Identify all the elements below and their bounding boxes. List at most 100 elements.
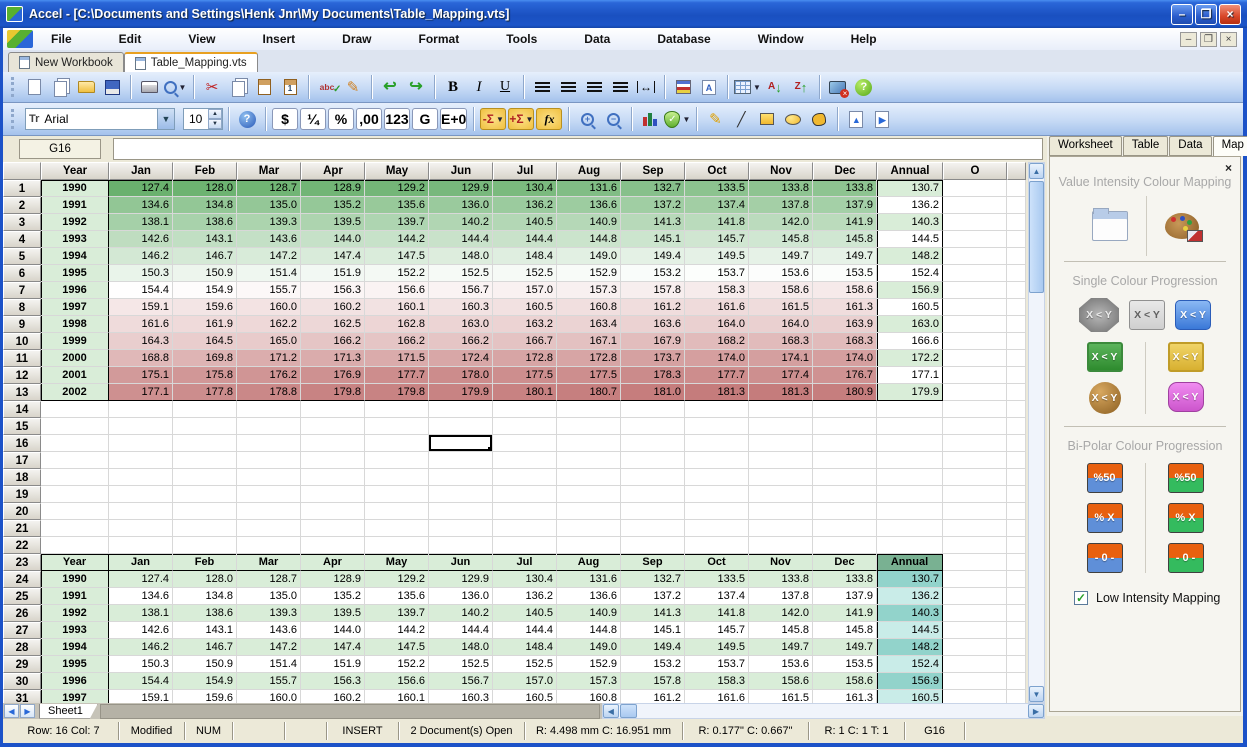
cell[interactable]: 147.4 [301, 248, 365, 265]
cell[interactable] [109, 401, 173, 418]
doc-tab-table-mapping-vts[interactable]: Table_Mapping.vts [124, 52, 258, 72]
new-mapping-button[interactable] [1092, 211, 1128, 241]
cell[interactable]: 178.0 [429, 367, 493, 384]
cell[interactable]: 151.4 [237, 656, 301, 673]
cell[interactable]: 128.0 [173, 180, 237, 197]
cell[interactable] [749, 486, 813, 503]
row-header-9[interactable]: 9 [3, 316, 41, 333]
cell[interactable]: 143.1 [173, 231, 237, 248]
select-all-corner[interactable] [3, 162, 41, 180]
insert-help-button[interactable]: ? [235, 107, 259, 131]
cell[interactable] [621, 537, 685, 554]
cell[interactable] [429, 418, 493, 435]
cell[interactable]: 171.5 [365, 350, 429, 367]
cell[interactable]: 148.0 [429, 639, 493, 656]
row-header-16[interactable]: 16 [3, 435, 41, 452]
cell[interactable]: 141.9 [813, 605, 877, 622]
row-header-24[interactable]: 24 [3, 571, 41, 588]
cell[interactable] [429, 486, 493, 503]
cell[interactable]: 128.9 [301, 571, 365, 588]
row-header-26[interactable]: 26 [3, 605, 41, 622]
toolbar-grip[interactable] [11, 77, 14, 97]
spin-up-icon[interactable]: ▲ [208, 109, 222, 119]
cell[interactable] [301, 469, 365, 486]
cell[interactable] [365, 486, 429, 503]
cell[interactable]: 153.2 [621, 265, 685, 282]
cell[interactable]: Jun [429, 554, 493, 571]
cell[interactable]: Year [41, 554, 109, 571]
cell[interactable] [557, 520, 621, 537]
cell[interactable] [877, 435, 943, 452]
tab-table[interactable]: Table [1123, 136, 1169, 156]
align-right-button[interactable] [582, 75, 606, 99]
cell[interactable]: 174.0 [685, 350, 749, 367]
cell[interactable] [943, 673, 1007, 690]
cell[interactable]: May [365, 554, 429, 571]
align-left-button[interactable] [530, 75, 554, 99]
cell[interactable]: 160.1 [365, 299, 429, 316]
cell[interactable] [429, 503, 493, 520]
sheet-prev-icon[interactable]: ◀ [4, 704, 19, 718]
cell[interactable] [877, 537, 943, 554]
cell[interactable]: 137.8 [749, 197, 813, 214]
cell[interactable]: 160.0 [237, 299, 301, 316]
cell[interactable]: 168.8 [109, 350, 173, 367]
formula-input[interactable] [113, 138, 1043, 160]
cell[interactable] [365, 520, 429, 537]
cell[interactable] [493, 520, 557, 537]
cell[interactable] [943, 656, 1007, 673]
cell[interactable]: 145.8 [749, 622, 813, 639]
row-header-29[interactable]: 29 [3, 656, 41, 673]
cell[interactable] [173, 452, 237, 469]
sum-minus-button[interactable]: -Σ▼ [480, 108, 506, 130]
insert-table-button[interactable]: ▼ [734, 75, 761, 99]
cell[interactable]: 174.1 [749, 350, 813, 367]
chevron-down-icon[interactable]: ▼ [179, 83, 187, 92]
cell[interactable]: Nov [749, 554, 813, 571]
cell[interactable]: 140.2 [429, 214, 493, 231]
align-center-button[interactable] [556, 75, 580, 99]
cell[interactable]: 157.3 [557, 282, 621, 299]
cell[interactable] [173, 520, 237, 537]
cell[interactable] [365, 537, 429, 554]
print-button[interactable] [137, 75, 161, 99]
cell[interactable]: 130.4 [493, 571, 557, 588]
row-header-31[interactable]: 31 [3, 690, 41, 703]
cell[interactable] [365, 435, 429, 452]
cell[interactable] [493, 486, 557, 503]
cell[interactable]: 174.0 [813, 350, 877, 367]
row-header-15[interactable]: 15 [3, 418, 41, 435]
help-button[interactable]: ? [852, 75, 876, 99]
cell[interactable]: 133.5 [685, 180, 749, 197]
cell[interactable] [109, 520, 173, 537]
scientific-format-button[interactable]: E+0 [440, 108, 467, 130]
cell[interactable] [493, 452, 557, 469]
cell[interactable]: 148.2 [877, 639, 943, 656]
cell[interactable] [109, 503, 173, 520]
doc-tab-new-workbook[interactable]: New Workbook [8, 52, 124, 72]
cell[interactable]: 157.3 [557, 673, 621, 690]
cell[interactable] [749, 469, 813, 486]
cell[interactable]: 135.6 [365, 588, 429, 605]
cell[interactable]: 151.4 [237, 265, 301, 282]
cell[interactable]: 153.6 [749, 265, 813, 282]
chevron-down-icon[interactable]: ▼ [526, 115, 534, 124]
cell[interactable] [685, 418, 749, 435]
cell[interactable]: 180.9 [813, 384, 877, 401]
cell[interactable]: 152.4 [877, 265, 943, 282]
cell[interactable]: 137.2 [621, 197, 685, 214]
cell[interactable]: 179.8 [365, 384, 429, 401]
cell[interactable] [621, 520, 685, 537]
cell[interactable]: 137.2 [621, 588, 685, 605]
cell[interactable]: 139.3 [237, 214, 301, 231]
cell[interactable]: 128.9 [301, 180, 365, 197]
cell[interactable]: 129.9 [429, 180, 493, 197]
cell[interactable]: 159.1 [109, 690, 173, 703]
cell[interactable]: 143.1 [173, 622, 237, 639]
column-header-o[interactable]: O [943, 162, 1007, 180]
cell[interactable]: 141.8 [685, 214, 749, 231]
cell[interactable]: 144.2 [365, 231, 429, 248]
paste-special-button[interactable]: 1 [278, 75, 302, 99]
cell[interactable] [41, 435, 109, 452]
cell[interactable]: 176.9 [301, 367, 365, 384]
